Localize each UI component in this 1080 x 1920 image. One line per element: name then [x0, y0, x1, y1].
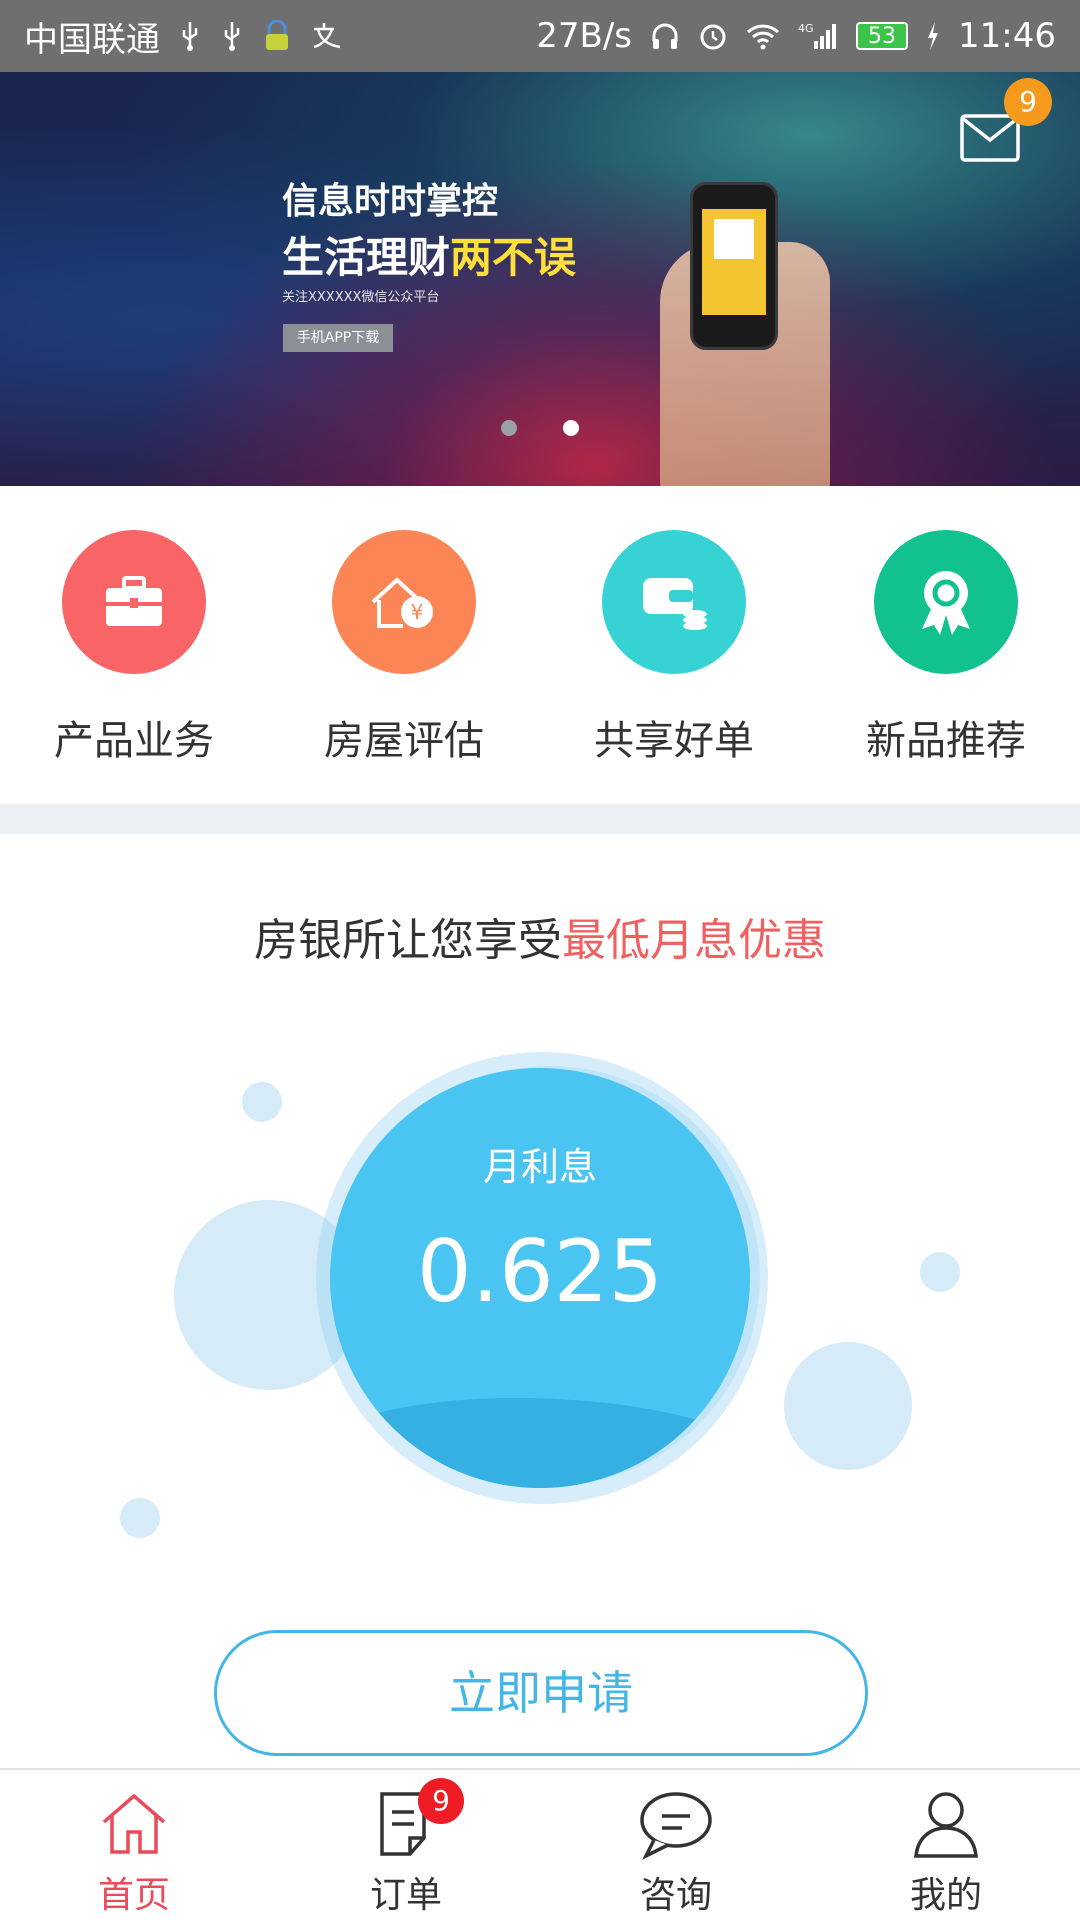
tab-profile[interactable]: 我的: [846, 1784, 1046, 1918]
message-badge: 9: [1004, 78, 1052, 126]
apply-now-button[interactable]: 立即申请: [214, 1630, 868, 1756]
carousel-dot-active[interactable]: [563, 420, 579, 436]
quick-nav-products[interactable]: 产品业务: [34, 530, 234, 766]
quick-nav-share[interactable]: 共享好单: [574, 530, 774, 766]
tab-label: 咨询: [639, 1875, 712, 1916]
tab-orders[interactable]: 9 订单: [306, 1778, 506, 1918]
quick-nav-new-products[interactable]: 新品推荐: [846, 530, 1046, 766]
house-yen-icon: ¥: [332, 530, 476, 674]
section-divider: [0, 804, 1080, 834]
status-left: 中国联通: [24, 12, 344, 61]
quick-nav-label: 房屋评估: [324, 718, 484, 764]
banner-title-part: 生活理财: [282, 233, 451, 282]
quick-nav-evaluation[interactable]: ¥ 房屋评估: [304, 530, 504, 766]
promo-headline: 房银所让您享受最低月息优惠: [0, 904, 1080, 968]
banner-caption: 关注XXXXXX微信公众平台: [282, 290, 440, 305]
tab-label: 订单: [369, 1875, 442, 1916]
qr-code: [714, 219, 754, 259]
home-icon: [94, 1784, 174, 1864]
network-speed: 27B/s: [536, 16, 633, 56]
quick-nav-label: 新品推荐: [866, 718, 1026, 764]
tab-consult[interactable]: 咨询: [576, 1784, 776, 1918]
usb-icon: [220, 20, 244, 52]
carrier-name: 中国联通: [24, 19, 160, 60]
headphones-icon: [650, 21, 680, 51]
banner-title: 信息时时掌控: [282, 181, 499, 222]
wallet-coins-icon: [602, 530, 746, 674]
lock-app-icon: [262, 20, 292, 52]
chat-icon: [636, 1784, 716, 1864]
rate-value: 0.625: [416, 1222, 664, 1322]
quick-nav: 产品业务 ¥ 房屋评估 共享好单 新品推荐: [0, 486, 1080, 804]
wifi-icon: [746, 22, 780, 50]
tab-home[interactable]: 首页: [34, 1784, 234, 1918]
decor-bubble: [784, 1342, 912, 1470]
tab-label: 首页: [97, 1875, 170, 1916]
wave-decoration: [330, 1398, 750, 1488]
translate-icon: [310, 21, 344, 51]
carousel-dot[interactable]: [501, 420, 517, 436]
mail-icon[interactable]: [960, 114, 1020, 162]
svg-text:¥: ¥: [411, 600, 424, 624]
rate-label: 月利息: [482, 1145, 597, 1189]
user-icon: [906, 1784, 986, 1864]
order-icon: 9: [366, 1778, 464, 1864]
award-ribbon-icon: [874, 530, 1018, 674]
phone-screen: [702, 209, 766, 315]
banner-subtitle: 生活理财两不误: [282, 224, 576, 285]
decor-bubble: [120, 1498, 160, 1538]
battery-indicator: 53: [856, 22, 909, 50]
briefcase-icon: [62, 530, 206, 674]
headline-highlight: 最低月息优惠: [562, 915, 826, 966]
usb-icon: [178, 20, 202, 52]
app-download-button[interactable]: 手机APP下载: [283, 324, 393, 352]
headline-text: 房银所让您享受: [254, 915, 562, 966]
decor-bubble: [242, 1082, 282, 1122]
charging-icon: [926, 21, 940, 51]
tab-label: 我的: [909, 1875, 982, 1916]
status-right: 27B/s 4G 53 11:46: [536, 16, 1056, 56]
svg-text:4G: 4G: [798, 22, 814, 35]
signal-4g-icon: 4G: [798, 21, 838, 51]
bottom-tab-bar: 首页 9 订单 咨询 我的: [0, 1768, 1080, 1920]
phone-image: [690, 182, 778, 350]
status-bar: 中国联通 27B/s 4G 53 11:46: [0, 0, 1080, 72]
banner-title-highlight: 两不误: [450, 233, 577, 282]
carousel-indicator: [0, 420, 1080, 436]
order-badge: 9: [418, 1778, 464, 1824]
clock: 11:46: [958, 16, 1056, 56]
alarm-icon: [698, 21, 728, 51]
quick-nav-label: 产品业务: [54, 718, 214, 764]
quick-nav-label: 共享好单: [594, 718, 754, 764]
